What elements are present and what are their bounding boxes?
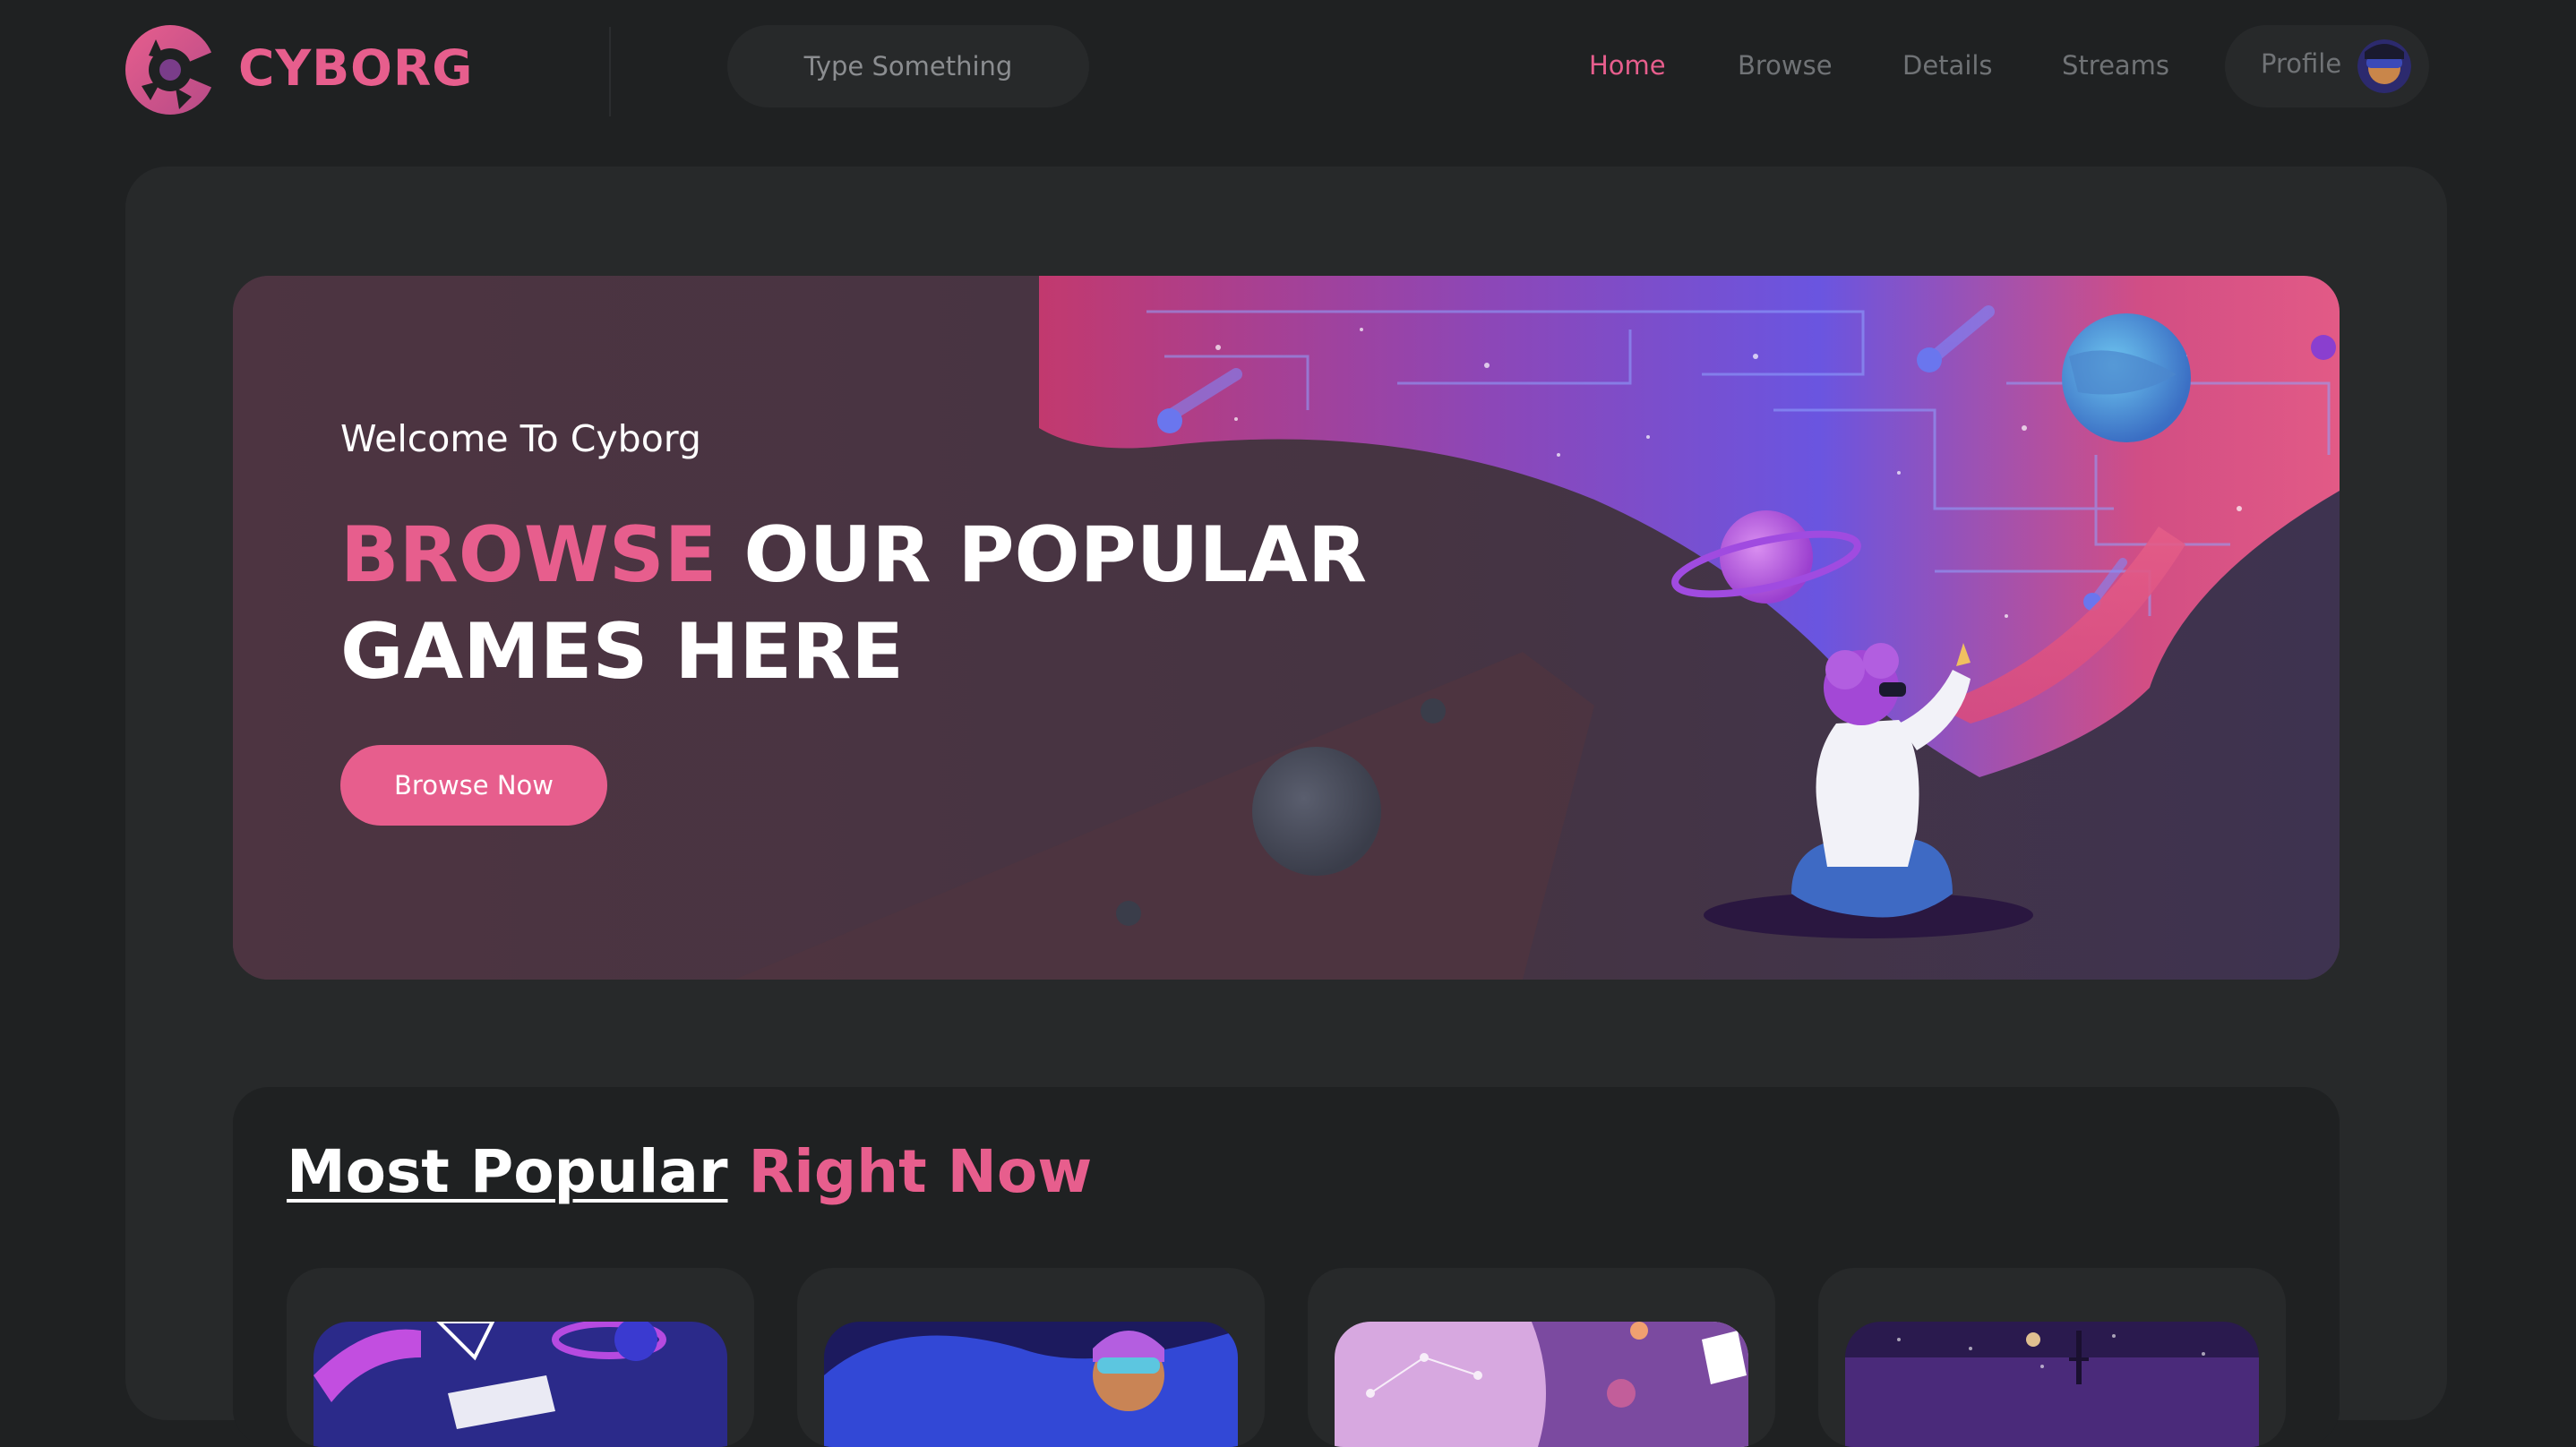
top-header: CYBORG Type Something Home Browse Detail…: [0, 0, 2576, 143]
heading-accent: Right Now: [748, 1137, 1093, 1206]
avatar: [2357, 39, 2411, 93]
game-thumbnail: [1845, 1322, 2259, 1447]
header-divider: [609, 27, 611, 116]
headline-part-1: OUR POPULAR: [743, 510, 1368, 600]
search-placeholder: Type Something: [803, 51, 1013, 81]
game-card[interactable]: [797, 1268, 1265, 1447]
game-card[interactable]: [1308, 1268, 1775, 1447]
game-card[interactable]: [1818, 1268, 2286, 1447]
brand-name[interactable]: CYBORG: [238, 39, 473, 97]
headline-part-2: GAMES HERE: [340, 607, 905, 697]
nav-item-browse[interactable]: Browse: [1738, 50, 1833, 81]
cyborg-logo-icon[interactable]: [124, 23, 217, 116]
profile-button[interactable]: Profile: [2225, 25, 2429, 107]
nav-item-home[interactable]: Home: [1589, 50, 1666, 81]
banner-headline: BROWSE OUR POPULAR GAMES HERE: [340, 507, 1415, 700]
nav-item-details[interactable]: Details: [1902, 50, 1993, 81]
browse-now-button[interactable]: Browse Now: [340, 745, 607, 826]
game-thumbnail: [824, 1322, 1238, 1447]
most-popular-heading: Most Popular Right Now: [287, 1137, 1092, 1206]
game-card[interactable]: [287, 1268, 754, 1447]
heading-underlined: Most Popular: [287, 1137, 728, 1206]
profile-label: Profile: [2261, 48, 2342, 79]
search-input[interactable]: Type Something: [727, 25, 1089, 107]
game-thumbnail: [1335, 1322, 1748, 1447]
game-thumbnail: [313, 1322, 727, 1447]
banner-welcome-text: Welcome To Cyborg: [340, 417, 701, 460]
nav-item-streams[interactable]: Streams: [2062, 50, 2169, 81]
headline-accent: BROWSE: [340, 510, 717, 600]
